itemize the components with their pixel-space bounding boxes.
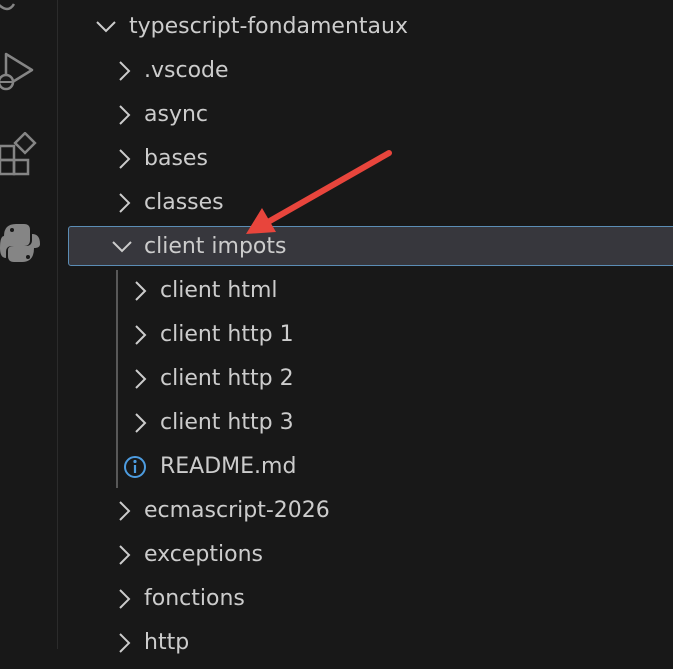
info-icon	[122, 445, 148, 489]
chevron-right-icon	[112, 577, 136, 621]
tree-item-ecmascript-2026[interactable]: ecmascript-2026	[58, 489, 673, 533]
chevron-down-icon	[94, 5, 118, 49]
chevron-right-icon	[112, 93, 136, 137]
tree-item-client-http-3[interactable]: client http 3	[58, 401, 673, 445]
tree-item-client-impots[interactable]: client impots	[58, 225, 673, 269]
tree-item-label: client http 3	[160, 410, 294, 435]
chevron-right-icon	[128, 357, 152, 401]
chevron-right-icon	[112, 137, 136, 181]
chevron-right-icon	[128, 313, 152, 357]
tree-item-client-http-2[interactable]: client http 2	[58, 357, 673, 401]
chevron-right-icon	[128, 401, 152, 445]
tree-item-label: fonctions	[144, 586, 245, 611]
tree-item-label: classes	[144, 190, 224, 215]
run-debug-icon[interactable]	[0, 48, 40, 96]
tree-item-label: .vscode	[144, 58, 229, 83]
tree-item-label: http	[144, 630, 190, 655]
tree-item-label: exceptions	[144, 542, 263, 567]
activity-bar	[0, 0, 58, 649]
tree-item-bases[interactable]: bases	[58, 137, 673, 181]
tree-item-label: client http 1	[160, 322, 294, 347]
tree-item-label: client impots	[144, 234, 287, 259]
chevron-right-icon	[112, 533, 136, 577]
chevron-right-icon	[128, 269, 152, 313]
extensions-icon[interactable]	[0, 131, 40, 180]
chevron-right-icon	[112, 489, 136, 533]
chevron-right-icon	[112, 621, 136, 665]
tree-item-fonctions[interactable]: fonctions	[58, 577, 673, 621]
python-icon[interactable]	[0, 218, 40, 266]
chevron-down-icon	[110, 225, 134, 269]
activity-top-partial-icon[interactable]	[0, 0, 40, 48]
tree-item-label: client http 2	[160, 366, 294, 391]
chevron-right-icon	[112, 181, 136, 225]
chevron-right-icon	[112, 49, 136, 93]
tree-item-exceptions[interactable]: exceptions	[58, 533, 673, 577]
tree-item-label: README.md	[160, 454, 297, 479]
tree-item-label: client html	[160, 278, 278, 303]
tree-root-folder[interactable]: typescript-fondamentaux	[58, 5, 673, 49]
tree-item-async[interactable]: async	[58, 93, 673, 137]
tree-item-classes[interactable]: classes	[58, 181, 673, 225]
tree-item-http[interactable]: http	[58, 621, 673, 665]
explorer-tree: typescript-fondamentaux .vscode async ba…	[58, 0, 673, 655]
tree-item-client-html[interactable]: client html	[58, 269, 673, 313]
tree-root-label: typescript-fondamentaux	[129, 14, 408, 39]
tree-item-label: bases	[144, 146, 208, 171]
tree-item-readme[interactable]: README.md	[58, 445, 673, 489]
tree-item-vscode[interactable]: .vscode	[58, 49, 673, 93]
tree-item-label: ecmascript-2026	[144, 498, 330, 523]
tree-item-client-http-1[interactable]: client http 1	[58, 313, 673, 357]
tree-item-label: async	[144, 102, 209, 127]
